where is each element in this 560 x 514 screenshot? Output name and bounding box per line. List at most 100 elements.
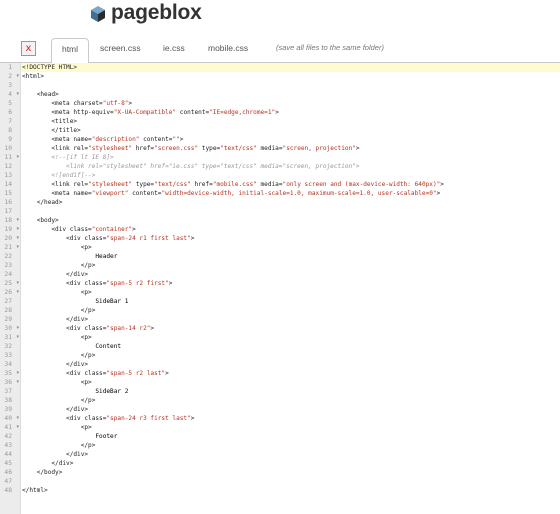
- code-token-tag: <meta: [51, 190, 74, 197]
- tab-screen-css[interactable]: screen.css: [100, 38, 141, 62]
- fold-arrow-icon[interactable]: ▾: [16, 423, 19, 432]
- gutter-line: 44: [0, 450, 20, 459]
- code-line: <meta name="description" content="">: [22, 135, 183, 144]
- code-token-tag: </head>: [36, 199, 63, 206]
- code-line: </div>: [22, 360, 88, 369]
- tab-ie-css[interactable]: ie.css: [163, 38, 185, 62]
- code-token-tag: </div>: [66, 316, 89, 323]
- fold-arrow-icon[interactable]: ▾: [16, 234, 19, 243]
- fold-arrow-icon[interactable]: ▾: [16, 288, 19, 297]
- line-number: 1: [8, 64, 12, 71]
- code-token-str: "utf-8": [102, 100, 129, 107]
- code-token-tag: <!DOCTYPE HTML>: [22, 64, 78, 71]
- tab-mobile-css[interactable]: mobile.css: [208, 38, 248, 62]
- tab-html[interactable]: html: [51, 38, 89, 64]
- line-number: 6: [8, 109, 12, 116]
- line-number: 34: [4, 361, 12, 368]
- fold-arrow-icon[interactable]: ▾: [16, 225, 19, 234]
- code-token-comment: <![endif]-->: [22, 172, 96, 179]
- save-hint: (save all files to the same folder): [276, 43, 384, 52]
- line-number: 37: [4, 388, 12, 395]
- code-token-tag: </body>: [36, 469, 63, 476]
- gutter-line: 24: [0, 270, 20, 279]
- line-gutter: 1 2 ▾ 3 4 ▾ 5 6 7 8 9 10 11 ▾ 12 13 14 15 16 17 18 ▾ 19 ▾ 20 ▾ 21 ▾…: [0, 63, 21, 514]
- code-line: </title>: [22, 126, 80, 135]
- line-number: 7: [8, 118, 12, 125]
- code-token-tag: </p>: [80, 397, 96, 404]
- line-number: 26: [4, 289, 12, 296]
- code-token-tag: <div: [66, 415, 85, 422]
- fold-arrow-icon[interactable]: ▾: [16, 324, 19, 333]
- code-token-tag: <p>: [80, 289, 92, 296]
- line-number: 3: [8, 82, 12, 89]
- gutter-line: 3: [0, 81, 20, 90]
- gutter-line: 20 ▾: [0, 234, 20, 243]
- code-token-tag: <title>: [51, 118, 78, 125]
- file-tabbar: x html screen.css ie.css mobile.css (sav…: [0, 32, 560, 64]
- line-number: 11: [4, 154, 12, 161]
- fold-arrow-icon[interactable]: ▾: [16, 216, 19, 225]
- code-token-tag: <link: [51, 145, 74, 152]
- code-token-tag: >: [190, 415, 195, 422]
- code-token-tag: </div>: [66, 451, 89, 458]
- fold-arrow-icon[interactable]: ▾: [16, 414, 19, 423]
- fold-arrow-icon[interactable]: ▾: [16, 90, 19, 99]
- line-number: 46: [4, 469, 12, 476]
- line-number: 28: [4, 307, 12, 314]
- code-token-attr: content=: [176, 109, 210, 116]
- code-line: <div class="span-24 r3 first last">: [22, 414, 194, 423]
- gutter-line: 17: [0, 207, 20, 216]
- code-line: <p>: [22, 333, 92, 342]
- line-number: 23: [4, 262, 12, 269]
- line-number: 43: [4, 442, 12, 449]
- gutter-line: 46: [0, 468, 20, 477]
- code-token-attr: media=: [256, 145, 283, 152]
- code-token-attr: name=: [73, 136, 92, 143]
- close-button[interactable]: x: [21, 41, 36, 56]
- fold-arrow-icon[interactable]: ▾: [16, 153, 19, 162]
- code-line: <div class="span-5 r2 last">: [22, 369, 169, 378]
- fold-arrow-icon[interactable]: ▾: [16, 243, 19, 252]
- gutter-line: 6: [0, 108, 20, 117]
- line-number: 25: [4, 280, 12, 287]
- line-number: 38: [4, 397, 12, 404]
- code-line: </div>: [22, 405, 88, 414]
- code-token-tag: </div>: [51, 460, 74, 467]
- fold-arrow-icon[interactable]: ▾: [16, 333, 19, 342]
- code-token-str: "": [172, 136, 180, 143]
- fold-arrow-icon[interactable]: ▾: [16, 279, 19, 288]
- code-editor[interactable]: 1 2 ▾ 3 4 ▾ 5 6 7 8 9 10 11 ▾ 12 13 14 15 16 17 18 ▾ 19 ▾ 20 ▾ 21 ▾…: [0, 63, 560, 514]
- code-token-attr: type=: [132, 181, 155, 188]
- fold-arrow-icon[interactable]: ▾: [16, 378, 19, 387]
- code-token-tag: <div: [66, 280, 85, 287]
- code-token-str: "stylesheet": [88, 145, 133, 152]
- line-number: 44: [4, 451, 12, 458]
- fold-arrow-icon[interactable]: ▾: [16, 72, 19, 81]
- code-line: <link rel="stylesheet" href="screen.css"…: [22, 144, 359, 153]
- code-line: Header: [22, 252, 117, 261]
- code-token-attr: class=: [84, 235, 107, 242]
- line-number: 30: [4, 325, 12, 332]
- gutter-line: 43: [0, 441, 20, 450]
- code-line: <p>: [22, 423, 92, 432]
- fold-arrow-icon[interactable]: ▾: [16, 369, 19, 378]
- gutter-line: 37: [0, 387, 20, 396]
- gutter-line: 4 ▾: [0, 90, 20, 99]
- gutter-line: 16: [0, 198, 20, 207]
